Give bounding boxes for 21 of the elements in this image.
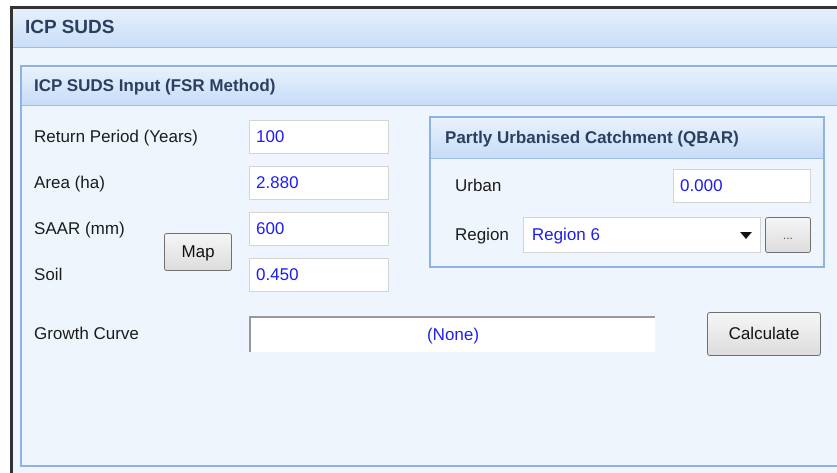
map-button[interactable]: Map	[164, 233, 232, 271]
field-label: Region	[455, 225, 509, 245]
group-title: Partly Urbanised Catchment (QBAR)	[431, 118, 823, 159]
panel-title: ICP SUDS Input (FSR Method)	[22, 67, 837, 106]
window-title: ICP SUDS	[13, 9, 837, 48]
field-label: Return Period (Years)	[34, 127, 198, 147]
input-field[interactable]: 0.000	[673, 169, 811, 203]
input-field[interactable]: 100	[249, 120, 389, 154]
growth-curve-field[interactable]: (None)	[249, 316, 655, 352]
field-label: Soil	[34, 265, 62, 285]
field-label: SAAR (mm)	[34, 219, 125, 239]
calculate-button[interactable]: Calculate	[707, 312, 821, 356]
caret-icon	[740, 232, 752, 238]
field-label: Growth Curve	[34, 324, 140, 344]
input-field[interactable]: 0.450	[249, 258, 389, 292]
input-field[interactable]: 2.880	[249, 166, 389, 200]
field-label: Urban	[455, 176, 502, 196]
input-field[interactable]: 600	[249, 212, 389, 246]
field-label: Area (ha)	[34, 173, 105, 193]
browse-button[interactable]: ...	[764, 217, 811, 253]
region-dropdown[interactable]: Region 6	[522, 217, 761, 253]
